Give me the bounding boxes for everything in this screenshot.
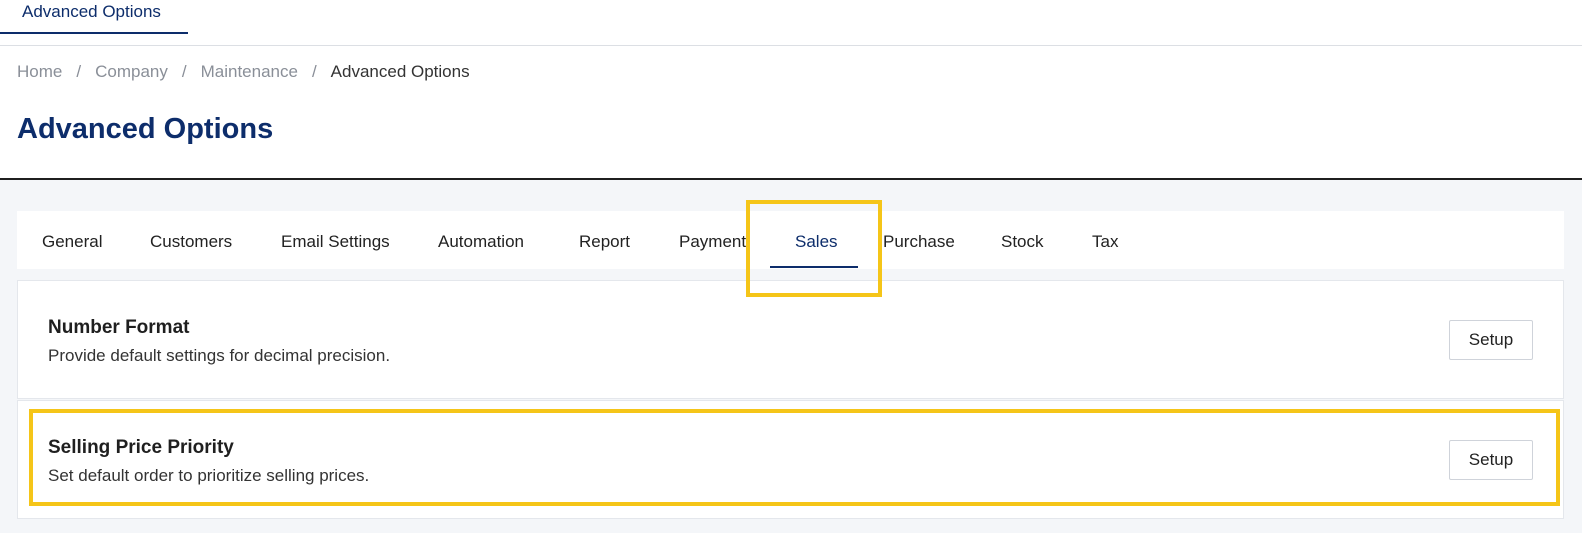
- page-title: Advanced Options: [17, 113, 274, 145]
- breadcrumb-current: Advanced Options: [330, 62, 470, 81]
- breadcrumb: Home / Company / Maintenance / Advanced …: [17, 60, 470, 84]
- breadcrumb-separator: /: [311, 62, 317, 81]
- selling-price-priority-card: Selling Price Priority Set default order…: [17, 400, 1564, 519]
- card-description: Provide default settings for decimal pre…: [48, 346, 391, 365]
- window-tab-bar: Advanced Options: [0, 0, 1582, 46]
- tab-purchase[interactable]: Purchase: [883, 211, 955, 269]
- breadcrumb-company[interactable]: Company: [95, 60, 168, 84]
- tab-payment[interactable]: Payment: [679, 211, 746, 269]
- active-tab-indicator: [770, 266, 858, 268]
- tab-stock[interactable]: Stock: [1001, 211, 1044, 269]
- card-title: Number Format: [48, 317, 190, 338]
- breadcrumb-maintenance[interactable]: Maintenance: [201, 60, 298, 84]
- tab-customers[interactable]: Customers: [150, 211, 232, 269]
- number-format-setup-button[interactable]: Setup: [1449, 320, 1533, 360]
- selling-price-priority-setup-button[interactable]: Setup: [1449, 440, 1533, 480]
- tab-automation[interactable]: Automation: [438, 211, 524, 269]
- tab-report[interactable]: Report: [579, 211, 630, 269]
- tab-general[interactable]: General: [42, 211, 102, 269]
- card-title: Selling Price Priority: [48, 437, 234, 458]
- tab-email-settings[interactable]: Email Settings: [281, 211, 390, 269]
- settings-tab-bar: General Customers Email Settings Automat…: [17, 211, 1564, 269]
- card-description: Set default order to prioritize selling …: [48, 466, 370, 485]
- tab-tax[interactable]: Tax: [1092, 211, 1118, 269]
- number-format-card: Number Format Provide default settings f…: [17, 280, 1564, 399]
- window-tab-advanced-options[interactable]: Advanced Options: [0, 0, 188, 34]
- tab-sales[interactable]: Sales: [795, 211, 838, 269]
- header-area: Advanced Options Home / Company / Mainte…: [0, 0, 1582, 180]
- breadcrumb-separator: /: [181, 62, 187, 81]
- breadcrumb-home[interactable]: Home: [17, 60, 62, 84]
- breadcrumb-separator: /: [76, 62, 82, 81]
